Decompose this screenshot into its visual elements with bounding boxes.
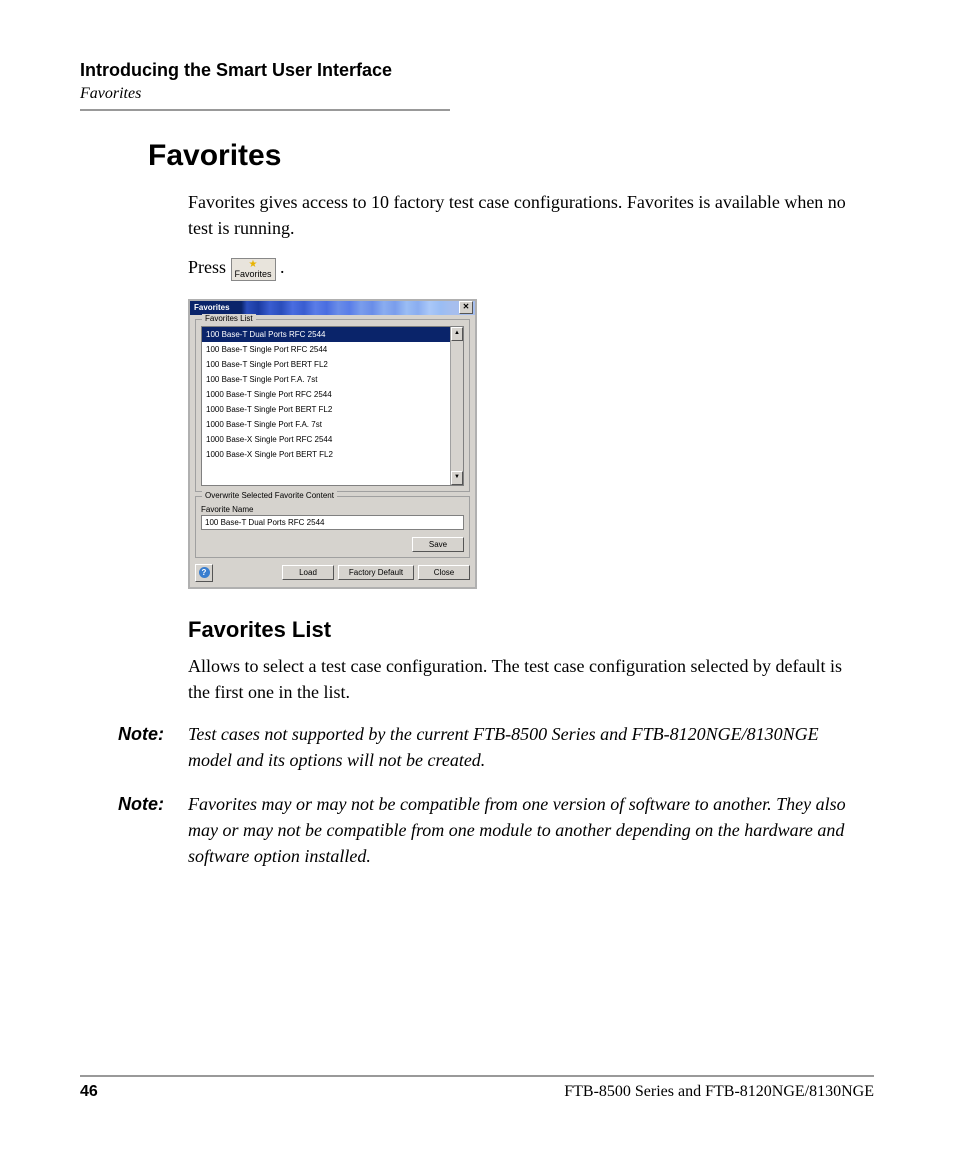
load-button[interactable]: Load — [282, 565, 334, 580]
note: Note: Favorites may or may not be compat… — [118, 791, 854, 869]
favorites-dialog: Favorites ✕ Favorites List 100 Base-T Du… — [188, 299, 477, 589]
note-text: Test cases not supported by the current … — [188, 721, 854, 773]
note-label: Note: — [118, 791, 188, 869]
intro-paragraph: Favorites gives access to 10 factory tes… — [188, 189, 854, 241]
press-label: Press — [188, 257, 226, 277]
scroll-down-icon[interactable]: ▼ — [451, 471, 463, 485]
list-item[interactable]: 100 Base-T Single Port F.A. 7st — [202, 372, 450, 387]
list-item[interactable]: 100 Base-T Single Port BERT FL2 — [202, 357, 450, 372]
list-item[interactable]: 1000 Base-T Single Port F.A. 7st — [202, 417, 450, 432]
header-rule — [80, 109, 450, 111]
note-label: Note: — [118, 721, 188, 773]
list-item[interactable]: 100 Base-T Dual Ports RFC 2544 — [202, 327, 450, 342]
subsection-body: Allows to select a test case configurati… — [188, 653, 854, 705]
favorite-name-label: Favorite Name — [201, 505, 464, 514]
favorites-listbox[interactable]: 100 Base-T Dual Ports RFC 2544 100 Base-… — [201, 326, 464, 486]
chapter-title: Introducing the Smart User Interface — [80, 60, 874, 81]
subsection-heading: Favorites List — [188, 617, 874, 643]
favorites-list-group: Favorites List 100 Base-T Dual Ports RFC… — [195, 319, 470, 492]
factory-default-button[interactable]: Factory Default — [338, 565, 414, 580]
breadcrumb: Favorites — [80, 85, 874, 103]
overwrite-group: Overwrite Selected Favorite Content Favo… — [195, 496, 470, 558]
section-heading: Favorites — [148, 139, 874, 173]
favorite-name-input[interactable]: 100 Base-T Dual Ports RFC 2544 — [201, 515, 464, 530]
page-footer: 46 FTB-8500 Series and FTB-8120NGE/8130N… — [80, 1075, 874, 1101]
dialog-titlebar: Favorites ✕ — [190, 301, 475, 315]
note: Note: Test cases not supported by the cu… — [118, 721, 854, 773]
note-text: Favorites may or may not be compatible f… — [188, 791, 854, 869]
scroll-up-icon[interactable]: ▲ — [451, 327, 463, 341]
save-button[interactable]: Save — [412, 537, 464, 552]
list-item[interactable]: 1000 Base-T Single Port RFC 2544 — [202, 387, 450, 402]
scrollbar[interactable]: ▲ ▼ — [450, 327, 463, 485]
list-item[interactable]: 1000 Base-T Single Port BERT FL2 — [202, 402, 450, 417]
close-icon[interactable]: ✕ — [459, 301, 473, 314]
dialog-title: Favorites — [194, 303, 459, 312]
help-button[interactable]: ? — [195, 564, 213, 582]
period: . — [280, 257, 285, 277]
favorites-toolbar-button: ★ Favorites — [231, 258, 276, 281]
list-item[interactable]: 1000 Base-X Single Port RFC 2544 — [202, 432, 450, 447]
help-icon: ? — [199, 567, 210, 578]
list-item[interactable]: 1000 Base-X Single Port BERT FL2 — [202, 447, 450, 462]
footer-rule — [80, 1075, 874, 1077]
overwrite-group-label: Overwrite Selected Favorite Content — [202, 491, 337, 500]
close-button[interactable]: Close — [418, 565, 470, 580]
page-number: 46 — [80, 1083, 98, 1101]
doc-title-footer: FTB-8500 Series and FTB-8120NGE/8130NGE — [564, 1083, 874, 1101]
press-line: Press ★ Favorites . — [188, 257, 874, 280]
favorites-list-group-label: Favorites List — [202, 314, 256, 323]
favorites-toolbar-button-label: Favorites — [235, 270, 272, 279]
list-item[interactable]: 100 Base-T Single Port RFC 2544 — [202, 342, 450, 357]
